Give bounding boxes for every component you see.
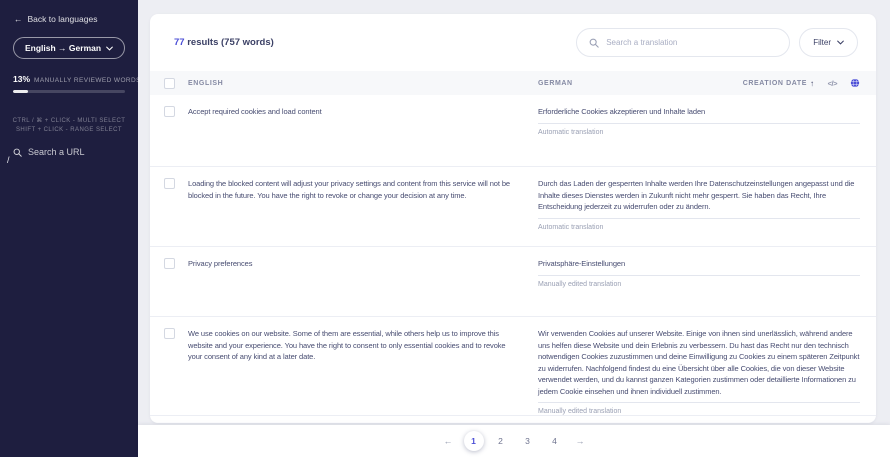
sidebar: ← Back to languages English → German 13%… — [0, 0, 138, 457]
toolbar-actions: Filter — [576, 28, 858, 57]
row-checkbox[interactable] — [164, 178, 175, 189]
translation-status: Automatic translation — [538, 224, 860, 231]
sort-ascending-icon: ↑ — [810, 79, 815, 88]
english-source-text: Accept required cookies and load content — [188, 106, 514, 118]
next-page-button[interactable]: → — [572, 436, 589, 446]
table-header: ENGLISH GERMAN CREATION DATE ↑ </> — [150, 71, 876, 95]
results-toolbar: 77 results (757 words) Filter — [150, 14, 876, 71]
table-row: Accept required cookies and load content… — [150, 95, 876, 167]
page-button-4[interactable]: 4 — [545, 431, 565, 451]
german-translation-text[interactable]: Durch das Laden der gesperrten Inhalte w… — [538, 178, 860, 219]
translation-view-toggle[interactable] — [850, 78, 860, 88]
select-all-checkbox[interactable] — [164, 78, 175, 89]
reviewed-progress-fill — [13, 90, 28, 93]
results-count: 77 — [174, 37, 185, 48]
globe-icon — [850, 78, 860, 88]
chevron-down-icon — [106, 46, 113, 51]
table-row: Privacy preferences Privatsphäre-Einstel… — [150, 247, 876, 317]
page-button-1[interactable]: 1 — [464, 431, 484, 451]
translation-status: Automatic translation — [538, 129, 860, 136]
filter-label: Filter — [813, 38, 831, 47]
reviewed-progress-bar — [13, 90, 125, 93]
english-source-text: We use cookies on our website. Some of t… — [188, 328, 514, 363]
language-pair-label: English → German — [25, 43, 101, 53]
back-to-languages-label: Back to languages — [28, 14, 98, 24]
german-translation-text[interactable]: Wir verwenden Cookies auf unserer Websit… — [538, 328, 860, 403]
reviewed-words-summary: 13% MANUALLY REVIEWED WORDS — [13, 74, 125, 93]
previous-page-button[interactable]: ← — [440, 436, 457, 446]
table-row: We use cookies on our website. Some of t… — [150, 317, 876, 416]
column-header-creation-date: CREATION DATE — [743, 80, 807, 87]
row-checkbox[interactable] — [164, 328, 175, 339]
main-content: 77 results (757 words) Filter — [138, 0, 890, 457]
url-search — [13, 147, 125, 157]
row-checkbox[interactable] — [164, 106, 175, 117]
german-translation-field[interactable]: Privatsphäre-Einstellungen — [538, 258, 860, 276]
pagination-footer: ← 1 2 3 4 → — [138, 425, 890, 457]
table-row: Loading the blocked content will adjust … — [150, 167, 876, 247]
multi-select-hint: CTRL / ⌘ + CLICK - MULTI SELECT — [0, 117, 138, 126]
german-translation-field[interactable]: Erforderliche Cookies akzeptieren und In… — [538, 106, 860, 124]
page-button-3[interactable]: 3 — [518, 431, 538, 451]
translation-status: Manually edited translation — [538, 281, 860, 288]
german-translation-field[interactable]: Wir verwenden Cookies auf unserer Websit… — [538, 328, 860, 403]
translation-search — [576, 28, 790, 57]
search-icon — [589, 38, 599, 48]
translation-search-input[interactable] — [606, 38, 777, 47]
code-view-toggle[interactable]: </> — [828, 79, 837, 88]
search-icon — [13, 148, 22, 157]
filter-button[interactable]: Filter — [799, 28, 858, 57]
selection-hints: CTRL / ⌘ + CLICK - MULTI SELECT SHIFT + … — [0, 117, 138, 135]
results-label: results (757 words) — [185, 37, 274, 48]
results-summary: 77 results (757 words) — [174, 37, 274, 48]
reviewed-percent: 13% — [13, 74, 30, 84]
creation-date-sort-button[interactable]: CREATION DATE ↑ — [743, 79, 815, 88]
page-button-2[interactable]: 2 — [491, 431, 511, 451]
table-header-actions: CREATION DATE ↑ </> — [743, 78, 860, 88]
translation-rows: Accept required cookies and load content… — [150, 95, 876, 423]
german-translation-text[interactable]: Privatsphäre-Einstellungen — [538, 258, 860, 276]
slash-shortcut-hint: / — [7, 155, 10, 165]
german-translation-field[interactable]: Durch das Laden der gesperrten Inhalte w… — [538, 178, 860, 219]
column-header-german: GERMAN — [538, 80, 573, 87]
translation-status: Manually edited translation — [538, 408, 860, 415]
back-arrow-icon: ← — [14, 14, 23, 24]
back-to-languages-link[interactable]: ← Back to languages — [0, 0, 138, 24]
language-pair-button[interactable]: English → German — [13, 37, 125, 59]
range-select-hint: SHIFT + CLICK - RANGE SELECT — [0, 126, 138, 135]
english-source-text: Loading the blocked content will adjust … — [188, 178, 514, 201]
column-header-english: ENGLISH — [188, 80, 538, 87]
row-checkbox[interactable] — [164, 258, 175, 269]
translations-card: 77 results (757 words) Filter — [150, 14, 876, 423]
url-search-input[interactable] — [28, 147, 128, 157]
english-source-text: Privacy preferences — [188, 258, 514, 270]
german-translation-text[interactable]: Erforderliche Cookies akzeptieren und In… — [538, 106, 860, 124]
pagination: ← 1 2 3 4 → — [440, 431, 589, 451]
chevron-down-icon — [837, 40, 844, 45]
reviewed-label: MANUALLY REVIEWED WORDS — [34, 77, 141, 84]
